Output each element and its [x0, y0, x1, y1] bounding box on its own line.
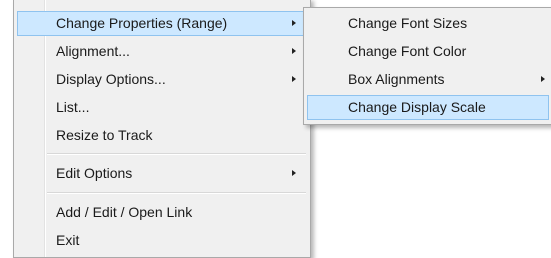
menu-item-display-options[interactable]: Display Options... [17, 67, 307, 92]
menu-item-resize-to-track[interactable]: Resize to Track [17, 123, 307, 148]
menu-item-edit-options[interactable]: Edit Options [17, 161, 307, 186]
menu-item-label: Alignment... [56, 43, 130, 59]
menu-item-label: Add / Edit / Open Link [56, 204, 193, 220]
menu-item-label: Change Font Color [348, 43, 467, 59]
menu-item-add-edit-open-link[interactable]: Add / Edit / Open Link [17, 200, 307, 225]
menu-item-alignment[interactable]: Alignment... [17, 39, 307, 64]
submenu-arrow-icon [292, 76, 296, 82]
submenu-arrow-icon [292, 20, 296, 26]
menu-separator [47, 153, 306, 155]
menu-item-label: List... [56, 99, 90, 115]
menu-item-label: Resize to Track [56, 127, 153, 143]
menu-separator [47, 192, 306, 194]
submenu-item-change-font-sizes[interactable]: Change Font Sizes [307, 11, 549, 36]
submenu-arrow-icon [292, 48, 296, 54]
menu-item-label: Box Alignments [348, 71, 445, 87]
menu-item-label: Change Properties (Range) [56, 15, 228, 31]
menu-item-label: Display Options... [56, 71, 166, 87]
menu-item-list[interactable]: List... [17, 95, 307, 120]
menu-item-label: Exit [56, 232, 80, 248]
menu-item-label: Change Font Sizes [348, 15, 468, 31]
submenu-item-box-alignments[interactable]: Box Alignments [307, 67, 549, 92]
submenu-item-change-font-color[interactable]: Change Font Color [307, 39, 549, 64]
submenu-arrow-icon [541, 76, 545, 82]
menu-item-change-properties-range[interactable]: Change Properties (Range) [17, 11, 307, 36]
context-menu: Change Properties (Range) Alignment... D… [13, 0, 311, 258]
menu-item-label: Change Display Scale [348, 99, 486, 115]
menu-item-exit[interactable]: Exit [17, 228, 307, 253]
submenu-item-change-display-scale[interactable]: Change Display Scale [307, 95, 549, 120]
menu-item-label: Edit Options [56, 165, 133, 181]
submenu-change-properties: Change Font Sizes Change Font Color Box … [303, 7, 551, 125]
submenu-arrow-icon [292, 170, 296, 176]
